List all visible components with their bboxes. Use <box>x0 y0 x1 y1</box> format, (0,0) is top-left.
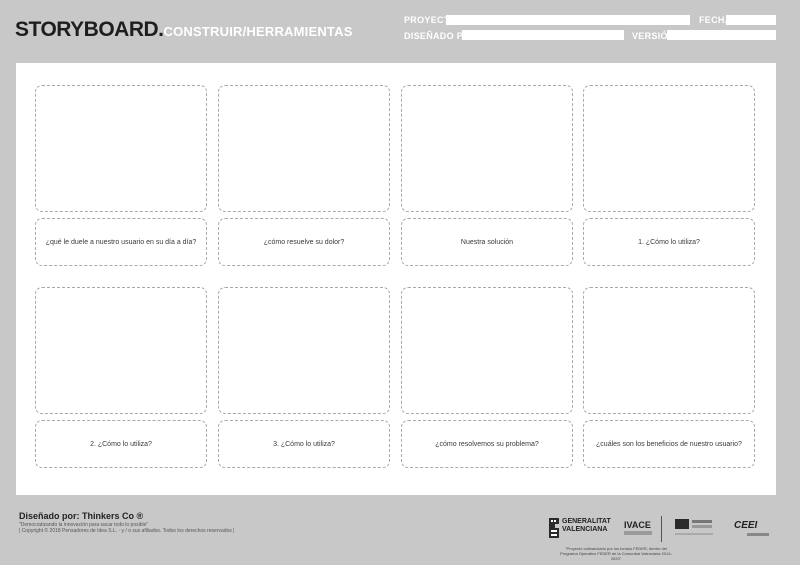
storyboard-caption-1[interactable]: ¿qué le duele a nuestro usuario en su dí… <box>35 218 207 266</box>
storyboard-panel-3[interactable] <box>401 85 573 212</box>
storyboard-panel-6[interactable] <box>218 287 390 414</box>
storyboard-caption-4[interactable]: 1. ¿Cómo lo utiliza? <box>583 218 755 266</box>
ceei-logo-subtext <box>747 533 769 536</box>
storyboard-panel-1[interactable] <box>35 85 207 212</box>
storyboard-panel-5[interactable] <box>35 287 207 414</box>
footer-copyright: | Copyright © 2018 Pensadores de Idea S.… <box>19 528 235 534</box>
ivace-logo: IVACE <box>624 520 651 530</box>
ceei-logo: CEEI <box>734 520 758 531</box>
eu-logo-text-2 <box>692 525 712 528</box>
storyboard-sheet: ¿qué le duele a nuestro usuario en su dí… <box>16 63 776 495</box>
storyboard-caption-2[interactable]: ¿cómo resuelve su dolor? <box>218 218 390 266</box>
ivace-logo-subtext <box>624 531 652 535</box>
eu-flag-icon <box>675 519 689 529</box>
page-title: STORYBOARD.CONSTRUIR/HERRAMIENTAS <box>15 18 353 42</box>
proyecto-field[interactable] <box>446 15 690 25</box>
logo-divider <box>661 516 662 542</box>
version-field[interactable] <box>667 30 776 40</box>
footer-designed-by: Diseñado por: Thinkers Co ® <box>19 511 144 521</box>
storyboard-panel-4[interactable] <box>583 85 755 212</box>
storyboard-panel-7[interactable] <box>401 287 573 414</box>
storyboard-title: STORYBOARD. <box>15 18 164 41</box>
storyboard-caption-5[interactable]: 2. ¿Cómo lo utiliza? <box>35 420 207 468</box>
disenado-por-field[interactable] <box>462 30 624 40</box>
storyboard-caption-6[interactable]: 3. ¿Cómo lo utiliza? <box>218 420 390 468</box>
storyboard-panel-8[interactable] <box>583 287 755 414</box>
storyboard-subtitle: CONSTRUIR/HERRAMIENTAS <box>163 24 353 39</box>
storyboard-panel-2[interactable] <box>218 85 390 212</box>
generalitat-valenciana-text: GENERALITAT VALENCIANA <box>562 518 611 533</box>
eu-logo-text <box>692 520 712 523</box>
feder-note: "Proyecto cofinanciado por los fondos FE… <box>560 546 672 561</box>
eu-logo-line <box>675 533 713 535</box>
fecha-field[interactable] <box>726 15 776 25</box>
storyboard-caption-8[interactable]: ¿cuáles son los beneficios de nuestro us… <box>583 420 755 468</box>
storyboard-caption-3[interactable]: Nuestra solución <box>401 218 573 266</box>
storyboard-caption-7[interactable]: ¿cómo resolvemos su problema? <box>401 420 573 468</box>
